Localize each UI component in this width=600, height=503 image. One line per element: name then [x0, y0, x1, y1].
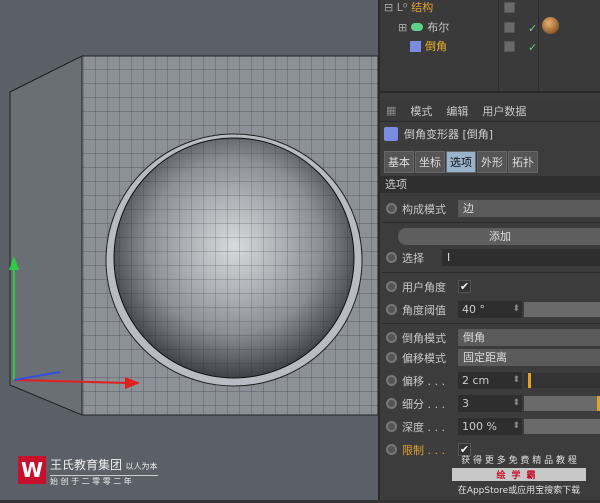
object-bevel[interactable]: 倒角 — [410, 37, 447, 55]
anim-radio[interactable] — [386, 421, 397, 432]
angle-threshold-slider[interactable] — [524, 302, 600, 317]
object-title: 倒角变形器 [倒角] — [404, 128, 494, 141]
offset-slider[interactable] — [524, 373, 600, 388]
offset-input[interactable]: 2 cm — [458, 372, 522, 389]
watermark-logo: W 王氏教育集团 以人为本 始 创 于 二 零 零 二 年 — [18, 456, 158, 487]
tab-shape[interactable]: 外形 — [477, 151, 507, 173]
bevel-cube-icon — [410, 40, 421, 52]
grip-icon: ▦ — [386, 104, 397, 117]
promo-brand: 绘学霸 — [452, 468, 586, 481]
3d-viewport[interactable]: W 王氏教育集团 以人为本 始 创 于 二 零 零 二 年 — [0, 0, 379, 500]
anim-radio[interactable] — [386, 444, 397, 455]
anim-radio[interactable] — [386, 332, 397, 343]
logo-sub: 始 创 于 二 零 零 二 年 — [50, 475, 158, 487]
subdivision-label: 细分 . . . — [402, 397, 445, 411]
menu-user-data[interactable]: 用户数据 — [482, 103, 526, 119]
attribute-menu: ▦ 模式 编辑 用户数据 — [380, 100, 600, 122]
anim-radio[interactable] — [386, 398, 397, 409]
limit-label: 限制 . . . — [402, 443, 445, 457]
subdivision-slider[interactable] — [524, 396, 600, 411]
material-tag-icon[interactable] — [542, 17, 559, 34]
offset-mode-dropdown[interactable]: 固定距离 — [458, 349, 600, 366]
menu-edit[interactable]: 编辑 — [446, 103, 468, 119]
build-mode-dropdown[interactable]: 边 — [458, 200, 600, 217]
anim-radio[interactable] — [386, 203, 397, 214]
tab-topology[interactable]: 拓扑 — [508, 151, 538, 173]
section-header: 选项 — [380, 176, 600, 193]
logo-slogan: 以人为本 — [125, 462, 158, 471]
use-angle-checkbox[interactable]: ✔ — [458, 280, 471, 293]
build-mode-label: 构成模式 — [402, 202, 446, 216]
logo-company: 王氏教育集团 — [50, 458, 123, 472]
depth-input[interactable]: 100 % — [458, 418, 522, 435]
object-boole[interactable]: ⊞ 布尔 — [398, 18, 449, 36]
object-structure[interactable]: ⊟ L⁰ 结构 — [384, 0, 433, 16]
anim-radio[interactable] — [386, 252, 397, 263]
boole-icon — [411, 23, 424, 31]
object-label: 倒角 — [425, 40, 447, 53]
depth-label: 深度 . . . — [402, 420, 445, 434]
viewport-scene — [9, 55, 379, 416]
bevel-deformer-icon — [384, 127, 398, 141]
tab-basic[interactable]: 基本 — [384, 151, 414, 173]
add-button[interactable]: 添加 — [398, 228, 600, 245]
logo-mark-icon: W — [18, 456, 46, 484]
bevel-mode-label: 倒角模式 — [402, 331, 446, 345]
enabled-check-icon[interactable]: ✓ — [528, 22, 537, 35]
promo-line1: 获 得 更 多 免 费 精 品 教 程 — [461, 456, 577, 466]
promo-watermark: 获 得 更 多 免 费 精 品 教 程 绘学霸 在AppStore或应用宝搜索下… — [452, 453, 586, 496]
object-label: 结构 — [411, 1, 434, 14]
offset-label: 偏移 . . . — [402, 374, 445, 388]
right-panel: ⊟ L⁰ 结构 ⊞ 布尔 倒角 ✓ ✓ ▦ 模式 编辑 用户数据 倒角变形器 [倒角… — [378, 0, 600, 500]
object-label: 布尔 — [427, 21, 450, 34]
subdivision-input[interactable]: 3 — [458, 395, 522, 412]
tab-coord[interactable]: 坐标 — [415, 151, 445, 173]
anim-radio[interactable] — [386, 304, 397, 315]
object-manager: ⊟ L⁰ 结构 ⊞ 布尔 倒角 ✓ ✓ — [380, 0, 600, 93]
anim-radio[interactable] — [386, 281, 397, 292]
selection-label: 选择 — [402, 251, 424, 265]
cube-side-face — [9, 55, 83, 416]
offset-mode-label: 偏移模式 — [402, 351, 446, 365]
use-angle-label: 用户角度 — [402, 280, 446, 294]
enabled-check-icon[interactable]: ✓ — [528, 41, 537, 54]
promo-line2: 在AppStore或应用宝搜索下载 — [457, 486, 581, 496]
menu-mode[interactable]: 模式 — [410, 103, 432, 119]
tab-options[interactable]: 选项 — [446, 151, 476, 173]
depth-slider[interactable] — [524, 419, 600, 434]
angle-threshold-input[interactable]: 40 ° — [458, 301, 522, 318]
anim-radio[interactable] — [386, 375, 397, 386]
anim-radio[interactable] — [386, 352, 397, 363]
bevel-mode-dropdown[interactable]: 倒角 — [458, 329, 600, 346]
angle-threshold-label: 角度阈值 — [402, 303, 446, 317]
selection-input[interactable]: I — [442, 249, 600, 266]
attribute-tabs: 基本 坐标 选项 外形 拓扑 — [384, 151, 538, 173]
